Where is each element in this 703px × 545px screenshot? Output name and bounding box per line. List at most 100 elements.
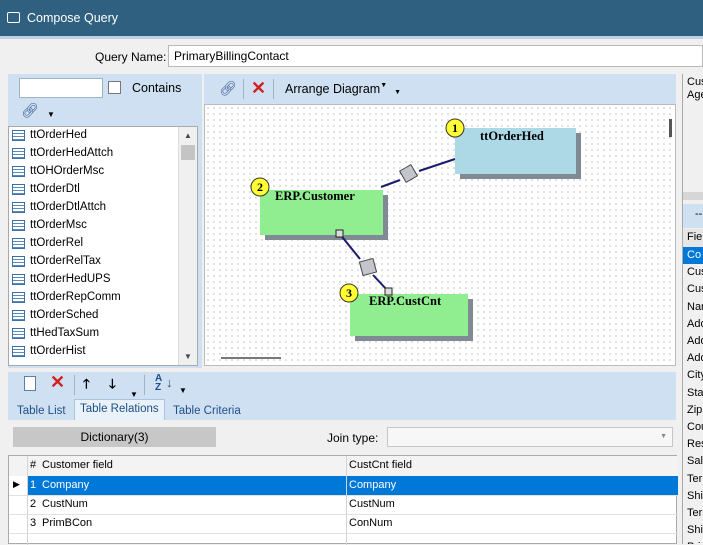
table-list-item[interactable]: ttOrderSched: [9, 307, 179, 325]
move-up-button[interactable]: 🡑: [82, 375, 96, 393]
field-list-item[interactable]: Cus: [683, 264, 703, 281]
diagram-vscroll-thumb[interactable]: [669, 119, 672, 137]
field-list-item[interactable]: Zip: [683, 402, 703, 419]
table-icon: [12, 166, 25, 177]
table-icon: [12, 148, 25, 159]
table-list-item[interactable]: ttOrderHed: [9, 127, 179, 145]
field-list-item[interactable]: Nar: [683, 299, 703, 316]
tab-table-criteria[interactable]: Table Criteria: [173, 405, 241, 417]
scroll-thumb[interactable]: [181, 145, 195, 160]
sort-button[interactable]: AZ ↓ ▼: [153, 374, 187, 396]
field-list-item[interactable]: Ado: [683, 350, 703, 367]
caret-down-icon: ▼: [380, 82, 388, 89]
link-icon: 🔗︎: [21, 102, 39, 118]
remove-button[interactable]: ✕: [48, 372, 68, 392]
window-title: Compose Query: [27, 11, 119, 25]
table-row[interactable]: 3 PrimBCon ConNum: [9, 514, 678, 534]
scroll-down-icon[interactable]: ▼: [184, 352, 192, 361]
tab-table-relations[interactable]: Table Relations: [74, 399, 165, 420]
right-field-cell: CustNum: [349, 498, 395, 510]
table-icon: [12, 328, 25, 339]
relation-diamond[interactable]: [398, 163, 419, 184]
table-search-input[interactable]: [19, 78, 103, 98]
field-header-label: Fiel: [687, 231, 703, 243]
relation-diamond[interactable]: [358, 257, 378, 277]
arrange-diagram-button[interactable]: Arrange Diagram▼▼: [285, 82, 401, 96]
dictionary-button[interactable]: Dictionary(3): [13, 427, 216, 447]
scroll-up-icon[interactable]: ▲: [184, 131, 192, 140]
field-list-item[interactable]: Ado: [683, 316, 703, 333]
table-list-item[interactable]: ttOrderRel: [9, 235, 179, 253]
field-list-item[interactable]: Co: [683, 247, 703, 264]
tab-table-list[interactable]: Table List: [17, 405, 66, 417]
table-list-item[interactable]: ttOrderRepComm: [9, 289, 179, 307]
detail-text: Age: [687, 89, 703, 101]
query-diagram-canvas[interactable]: 1 2 3 ttOrderHed ERP.Customer ERP.CustCn…: [204, 104, 676, 366]
table-list-item-label: ttOrderDtlAttch: [30, 201, 107, 213]
field-list-item-label: Res: [687, 438, 703, 451]
field-list-item-label: Nar: [687, 300, 703, 313]
query-name-label: Query Name:: [95, 50, 167, 64]
table-name: ERP.Customer: [275, 189, 355, 203]
field-list-item[interactable]: City: [683, 367, 703, 384]
relation-line: [418, 158, 456, 172]
field-list-item[interactable]: Sal: [683, 453, 703, 470]
field-list-item-label: Co: [687, 249, 702, 261]
chevron-down-icon: ▼: [394, 89, 402, 96]
table-row[interactable]: 2 CustNum CustNum: [9, 495, 678, 515]
anchor-handle[interactable]: [335, 229, 344, 238]
field-list-item[interactable]: Shi: [683, 522, 703, 539]
field-list-item[interactable]: Sta: [683, 385, 703, 402]
row-indicator-icon: ▶: [13, 479, 20, 489]
field-list-item[interactable]: Shi: [683, 488, 703, 505]
field-list-item-label: City: [687, 369, 703, 382]
field-list-item[interactable]: Res: [683, 436, 703, 453]
field-list-panel: CusAge -- Fiel CoCusCusNarAdoAdoAdoCityS…: [682, 74, 703, 544]
contains-checkbox[interactable]: [108, 81, 121, 94]
field-list-item[interactable]: Cus: [683, 281, 703, 298]
table-list-item-label: ttOrderRel: [30, 237, 84, 249]
field-list-item[interactable]: Cou: [683, 419, 703, 436]
move-menu-button[interactable]: ▼: [130, 386, 138, 399]
join-type-select[interactable]: ▼: [387, 427, 673, 447]
field-list-header: Fiel: [683, 229, 703, 247]
field-list-item-label: Cus: [687, 266, 703, 279]
table-list-item[interactable]: ttHedTaxSum: [9, 325, 179, 343]
move-down-button[interactable]: 🡓: [108, 375, 122, 393]
table-list-item[interactable]: ttOrderDtlAttch: [9, 199, 179, 217]
table-list-scrollbar[interactable]: ▲ ▼: [178, 127, 197, 365]
query-name-input[interactable]: PrimaryBillingContact: [168, 45, 703, 67]
field-list-item[interactable]: Prin: [683, 539, 703, 544]
table-list-item[interactable]: ttOrderRelTax: [9, 253, 179, 271]
toolbar-divider: [74, 375, 75, 395]
new-button[interactable]: [24, 376, 38, 393]
table-list-item[interactable]: ttOrderHedUPS: [9, 271, 179, 289]
table-icon: [12, 202, 25, 213]
link-icon: 🔗︎: [219, 80, 237, 96]
table-list-item-label: ttOrderRepComm: [30, 291, 121, 303]
table-list-item[interactable]: ttOrderHist: [9, 343, 179, 361]
table-list-item[interactable]: ttOrderMsc: [9, 217, 179, 235]
diagram-svg: 1 2 3 ttOrderHed ERP.Customer ERP.CustCn…: [221, 118, 672, 359]
panel-splitter[interactable]: [683, 192, 703, 200]
field-list-item[interactable]: Ter: [683, 471, 703, 488]
field-list-item-label: Shi: [687, 489, 703, 502]
link-dropdown-button[interactable]: 🔗︎ ▼: [18, 100, 58, 122]
row-number: 2: [30, 498, 37, 510]
diagram-hscroll-thumb[interactable]: [221, 357, 281, 359]
table-list-item[interactable]: ttOHOrderMsc: [9, 163, 179, 181]
column-header-right-field[interactable]: CustCnt field: [349, 459, 412, 471]
table-list-item[interactable]: ttOrderHedAttch: [9, 145, 179, 163]
column-header-left-field[interactable]: Customer field: [42, 459, 113, 471]
chevron-down-icon: ▼: [47, 110, 55, 119]
column-header-num[interactable]: #: [30, 459, 36, 471]
field-list-item[interactable]: Ado: [683, 333, 703, 350]
table-row[interactable]: ▶ 1 Company Company: [9, 476, 678, 496]
field-list-item-label: Ado: [687, 352, 703, 365]
table-list-item-label: ttOrderDtl: [30, 183, 80, 195]
link-tables-button[interactable]: 🔗︎: [215, 79, 239, 99]
field-list-item[interactable]: Ter: [683, 505, 703, 522]
delete-button[interactable]: ✕: [249, 78, 269, 99]
table-list-item[interactable]: ttOrderDtl: [9, 181, 179, 199]
left-field-cell: CustNum: [42, 498, 88, 510]
